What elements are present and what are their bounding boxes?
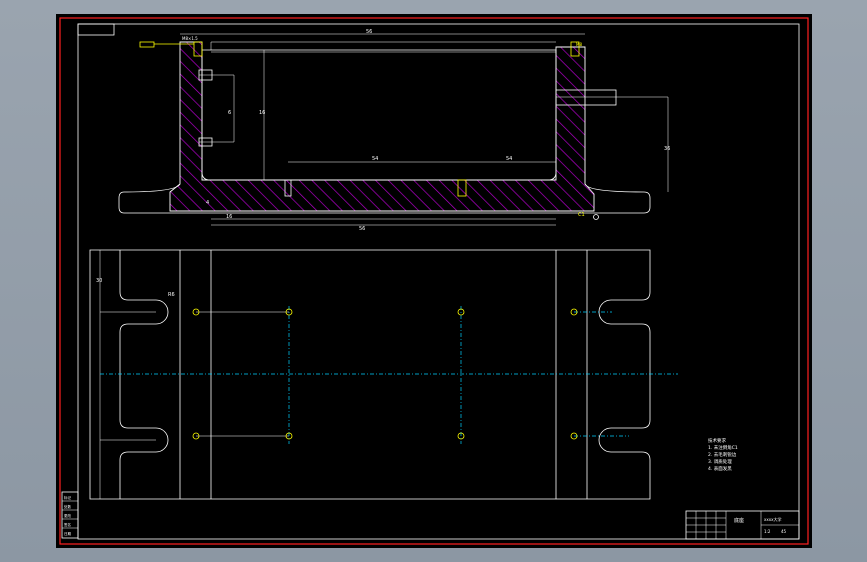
dim-left-height: 30 (96, 278, 102, 284)
section-view: 56 16 6 54 54 36 16 56 4 C1 M8×1.5 M8 (118, 29, 670, 232)
revision-block: 标记 处数 更改 签名 日期 (61, 491, 79, 539)
title-scale: 1:2 (764, 529, 771, 534)
svg-text:签名: 签名 (64, 522, 71, 527)
dim-right-offset: 36 (664, 146, 670, 152)
dim-pitch-a: 54 (372, 156, 378, 162)
cad-drawing: 56 16 6 54 54 36 16 56 4 C1 M8×1.5 M8 30… (59, 17, 809, 545)
dim-pitch-b: 54 (506, 156, 512, 162)
svg-text:处数: 处数 (64, 504, 71, 509)
svg-text:4. 表面发黑: 4. 表面发黑 (708, 465, 732, 472)
plan-outline-right (89, 249, 651, 500)
callout-right-label: M8 (576, 42, 582, 47)
plan-left-slots (119, 250, 169, 499)
callout-box (139, 41, 155, 48)
svg-text:更改: 更改 (64, 513, 71, 518)
dim-top-overall: 56 (366, 29, 372, 35)
title-material: 45 (781, 529, 787, 534)
svg-text:标记: 标记 (64, 495, 71, 500)
corner-label-box (77, 23, 115, 36)
base-flange-right (584, 183, 651, 214)
dim-overall-width: 56 (359, 226, 365, 232)
hatched-section (169, 41, 595, 212)
dim-chamfer: C1 (578, 212, 585, 218)
dim-left-depth: 6 (228, 110, 231, 116)
outer-border (59, 17, 809, 545)
svg-text:2. 去毛刺锐边: 2. 去毛刺锐边 (708, 451, 737, 458)
svg-text:3. 调质处理: 3. 调质处理 (708, 458, 732, 465)
dim-inner-height: 16 (259, 110, 265, 116)
cavity-outline (201, 50, 557, 181)
svg-text:1. 未注倒角C1: 1. 未注倒角C1 (708, 444, 738, 451)
dim-base-width: 16 (226, 214, 232, 220)
technical-notes: 技术要求 1. 未注倒角C1 2. 去毛刺锐边 3. 调质处理 4. 表面发黑 (708, 437, 738, 472)
svg-text:日期: 日期 (64, 531, 71, 536)
drawing-viewport[interactable]: 56 16 6 54 54 36 16 56 4 C1 M8×1.5 M8 30… (56, 14, 812, 548)
title-block: 底座 xxxx大学 1:2 45 (685, 510, 800, 540)
surface-symbol (593, 214, 599, 220)
title-part-name: 底座 (734, 517, 744, 524)
plan-view: 30 R6 (89, 249, 678, 500)
callout-left-label: M8×1.5 (182, 36, 198, 41)
title-school: xxxx大学 (764, 516, 781, 522)
dim-flange: 4 (206, 200, 209, 206)
svg-text:技术要求: 技术要求 (708, 437, 726, 444)
dim-radius: R6 (168, 292, 175, 298)
